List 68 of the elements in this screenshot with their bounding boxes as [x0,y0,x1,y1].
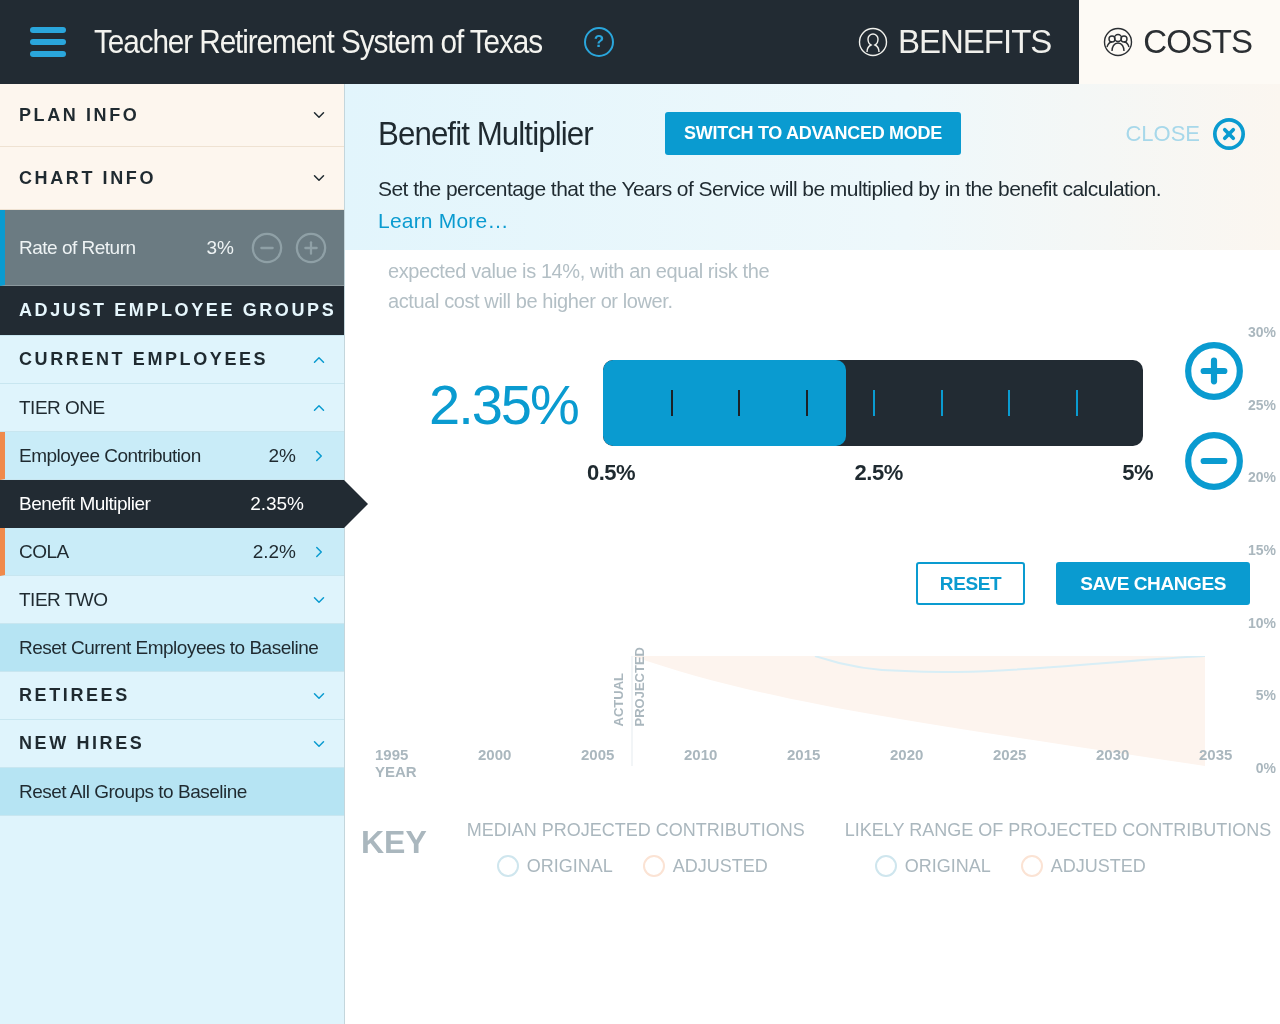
axis-label: 25% [1247,396,1276,413]
section-row[interactable]: PLAN INFO [0,84,344,147]
help-button[interactable]: ? [583,27,614,57]
parameter-label: Employee Contribution [19,444,202,467]
legend-title: LIKELY RANGE OF PROJECTED CONTRIBUTIONS [844,820,1272,841]
rate-label: Rate of Return [19,236,137,259]
axis-label: 2005 [581,746,616,763]
app-title: Teacher Retirement System of Texas [94,23,543,61]
nav-tab[interactable]: BENEFITS [833,0,1080,84]
group-label: RETIREES [19,685,131,706]
increase-button[interactable] [1183,340,1245,402]
axis-label: 2020 [890,746,925,763]
scale-label: 2.5% [854,460,903,486]
legend-title: MEDIAN PROJECTED CONTRIBUTIONS [466,820,805,841]
group-icon [1103,27,1134,57]
nav-tab[interactable]: COSTS [1079,0,1280,84]
close-icon [1212,116,1246,151]
rate-value: 3% [206,236,234,259]
axis-label: 2000 [478,746,513,763]
parameter-row[interactable]: Employee Contribution 2% [0,432,344,480]
section-label: PLAN INFO [19,104,141,126]
tier-label: TIER ONE [19,396,106,419]
legend-label: ORIGINAL [904,855,991,877]
axis-label: 30% [1247,324,1276,340]
minus-button[interactable] [250,230,284,265]
chart-note: expected value is 14%, with an equal risk the actual cost will be higher or lower. [387,259,771,314]
axis-label: 2025 [993,746,1028,763]
axis-title: YEAR [375,763,418,780]
divider-label: PROJECTED [632,646,647,726]
axis-label: 20% [1247,469,1276,486]
section-row[interactable]: CHART INFO [0,147,344,210]
parameter-value: 2% [268,444,296,467]
person-icon [857,27,888,57]
tier-label: TIER TWO [19,588,109,611]
axis-label: 5% [1255,687,1276,704]
parameter-row[interactable]: COLA 2.2% [0,528,344,576]
parameter-label: COLA [19,540,70,563]
parameter-value: 2.2% [252,540,296,563]
axis-label: 2010 [684,746,719,763]
key-title: KEY [361,824,427,861]
legend-label: ADJUSTED [672,855,768,877]
axis-label: 15% [1247,541,1276,558]
divider-label: ACTUAL [611,672,626,726]
axis-label: 2030 [1096,746,1131,763]
scale-label: 0.5% [587,460,636,486]
section-label: CHART INFO [19,167,157,189]
reset-link[interactable]: Reset Current Employees to Baseline [0,624,344,672]
decrease-button[interactable] [1183,430,1245,492]
axis-label: 0% [1255,759,1276,776]
panel-title: Benefit Multiplier [378,114,594,153]
scale-label: 5% [1122,460,1153,486]
legend-label: ADJUSTED [1050,855,1146,877]
parameter-value: 2.35% [250,492,304,515]
group-label: NEW HIRES [19,733,146,754]
slider-track[interactable] [603,360,1143,446]
axis-label: 2015 [787,746,822,763]
description-text: Set the percentage that the Years of Service will be multiplied by in the benefit calculation. [378,177,1162,201]
parameter-label: Benefit Multiplier [19,492,152,515]
legend-label: ORIGINAL [526,855,613,877]
heading-label: ADJUST EMPLOYEE GROUPS [19,300,337,321]
axis-label: 2035 [1199,746,1234,763]
axis-label: 1995 [375,746,410,763]
plus-button[interactable] [294,230,328,265]
reset-link[interactable]: Reset All Groups to Baseline [0,768,344,816]
axis-label: 10% [1247,614,1276,631]
multiplier-value: 2.35% [429,372,579,437]
group-label: CURRENT EMPLOYEES [19,349,270,370]
menu-icon[interactable] [30,27,66,57]
